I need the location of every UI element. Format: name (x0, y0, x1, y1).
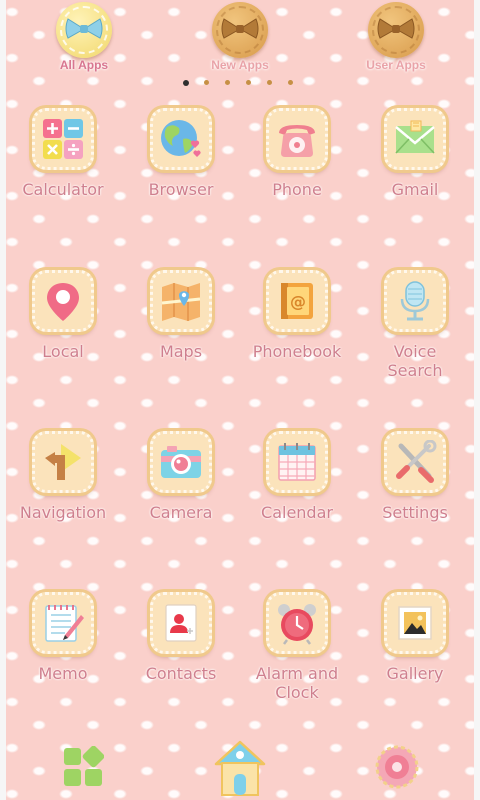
tab-label: All Apps (59, 58, 109, 72)
app-label: Settings (382, 503, 448, 522)
app-label: Phone (272, 180, 322, 199)
tools-icon (396, 440, 437, 483)
app-label: Phonebook (252, 342, 342, 361)
bow-icon (221, 18, 259, 39)
page-indicator (181, 79, 301, 88)
app-settings[interactable]: Settings (360, 431, 470, 551)
app-tile (150, 108, 212, 170)
bow-icon (377, 18, 415, 39)
app-tile (266, 108, 328, 170)
app-label: Navigation (19, 503, 107, 522)
alarm-clock-icon (278, 604, 316, 645)
tab-user-apps[interactable]: User Apps (348, 2, 444, 78)
app-browser[interactable]: Browser (126, 108, 236, 228)
app-calculator[interactable]: Calculator (8, 108, 118, 228)
page-dot-current (183, 79, 189, 86)
app-label: Gmail (391, 180, 439, 199)
svg-text:@: @ (290, 292, 306, 311)
contact-card-icon (165, 604, 197, 642)
app-tile (32, 270, 94, 332)
theme-button[interactable] (374, 744, 420, 790)
globe-icon (161, 120, 201, 157)
tab-label: New Apps (211, 58, 269, 72)
app-label: Gallery (386, 664, 444, 683)
app-gmail[interactable]: Gmail (360, 108, 470, 228)
app-voice-search[interactable]: Voice Search (360, 270, 470, 390)
map-pin-icon (47, 283, 79, 321)
page-dot (288, 80, 293, 85)
app-label: Maps (159, 342, 203, 361)
app-label: Calculator (22, 180, 104, 199)
telephone-icon (279, 125, 315, 157)
microphone-icon (400, 281, 430, 321)
app-phonebook[interactable]: @ Phonebook (242, 270, 352, 390)
picture-frame-icon (398, 606, 432, 640)
app-tile (384, 270, 446, 332)
app-tile (266, 431, 328, 493)
tab-new-apps[interactable]: New Apps (192, 2, 288, 78)
map-icon (161, 283, 201, 321)
app-label: Contacts (145, 664, 217, 683)
app-memo[interactable]: Memo (8, 592, 118, 712)
app-phone[interactable]: Phone (242, 108, 352, 228)
tab-label: User Apps (366, 58, 426, 72)
app-label: Local (42, 342, 84, 361)
app-gallery[interactable]: Gallery (360, 592, 470, 712)
app-navigation[interactable]: Navigation (8, 431, 118, 551)
app-maps[interactable]: Maps (126, 270, 236, 390)
app-contacts[interactable]: Contacts (126, 592, 236, 712)
mail-envelope-icon (395, 120, 435, 154)
app-camera[interactable]: Camera (126, 431, 236, 551)
app-local[interactable]: Local (8, 270, 118, 390)
page-dot (267, 80, 272, 85)
app-tile (266, 592, 328, 654)
app-tile: @ (266, 270, 328, 332)
app-tile (384, 108, 446, 170)
flower-donut-icon (375, 745, 419, 789)
app-drawer-button[interactable] (62, 745, 105, 788)
house-icon (214, 740, 266, 796)
app-calendar[interactable]: Calendar (242, 431, 352, 551)
notepad-pencil-icon (45, 605, 84, 642)
app-label: Camera (149, 503, 213, 522)
app-label: Alarm and Clock (255, 664, 339, 702)
app-tile (32, 592, 94, 654)
camera-icon (161, 446, 201, 478)
app-grid-icon (64, 745, 105, 786)
app-tile (32, 108, 94, 170)
page-dot (246, 80, 251, 85)
direction-arrow-icon (45, 444, 81, 480)
bow-icon (65, 18, 103, 39)
app-tile (150, 270, 212, 332)
app-alarm-and-clock[interactable]: Alarm and Clock (242, 592, 352, 712)
app-tile (32, 431, 94, 493)
calendar-icon (278, 443, 316, 481)
home-button[interactable] (210, 738, 270, 798)
app-tile (150, 431, 212, 493)
app-tile (384, 592, 446, 654)
app-tile (384, 431, 446, 493)
calculator-icon (43, 119, 83, 159)
tab-all-apps[interactable]: All Apps (36, 2, 132, 78)
page-dot (225, 80, 230, 85)
app-label: Calendar (261, 503, 333, 522)
address-book-icon: @ (281, 283, 313, 319)
page-dot (204, 80, 209, 85)
app-label: Memo (38, 664, 88, 683)
app-label: Browser (148, 180, 214, 199)
app-label: Voice Search (387, 342, 443, 380)
app-tile (150, 592, 212, 654)
